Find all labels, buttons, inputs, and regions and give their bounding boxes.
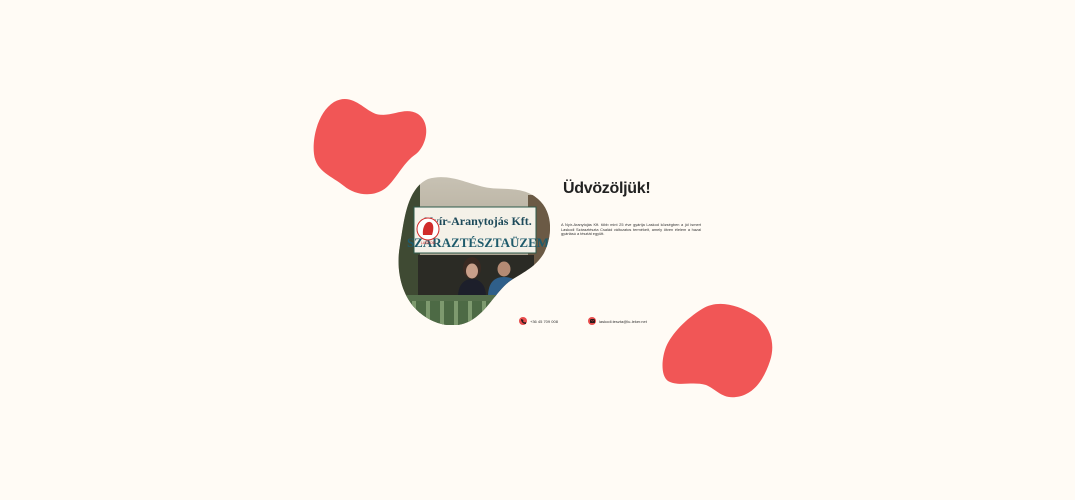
company-photo-image: Nyír-Aranytojás Kft. SZÁRAZTÉSZTAÜZEM LA… xyxy=(398,177,550,325)
phone-contact-link[interactable]: +36 45 709 008 xyxy=(519,317,558,325)
company-photo: Nyír-Aranytojás Kft. SZÁRAZTÉSZTAÜZEM LA… xyxy=(398,175,550,325)
email-address: laskodi.teszta@lu-leker.net xyxy=(599,318,647,324)
email-contact-link[interactable]: laskodi.teszta@lu-leker.net xyxy=(588,317,647,325)
welcome-title: Üdvözöljük! xyxy=(563,180,651,197)
phone-number: +36 45 709 008 xyxy=(530,318,558,324)
envelope-icon xyxy=(588,317,596,325)
decorative-blob-bottom xyxy=(662,303,773,398)
photo-sign-company: Nyír-Aranytojás Kft. xyxy=(424,214,532,228)
photo-sign-brand: LASKOD xyxy=(421,241,436,245)
welcome-intro-text: A Nyír-Aranytojás Kft. több mint 25 éve … xyxy=(561,222,701,237)
welcome-section: Nyír-Aranytojás Kft. SZÁRAZTÉSZTAÜZEM LA… xyxy=(0,0,1075,500)
phone-icon xyxy=(519,317,527,325)
